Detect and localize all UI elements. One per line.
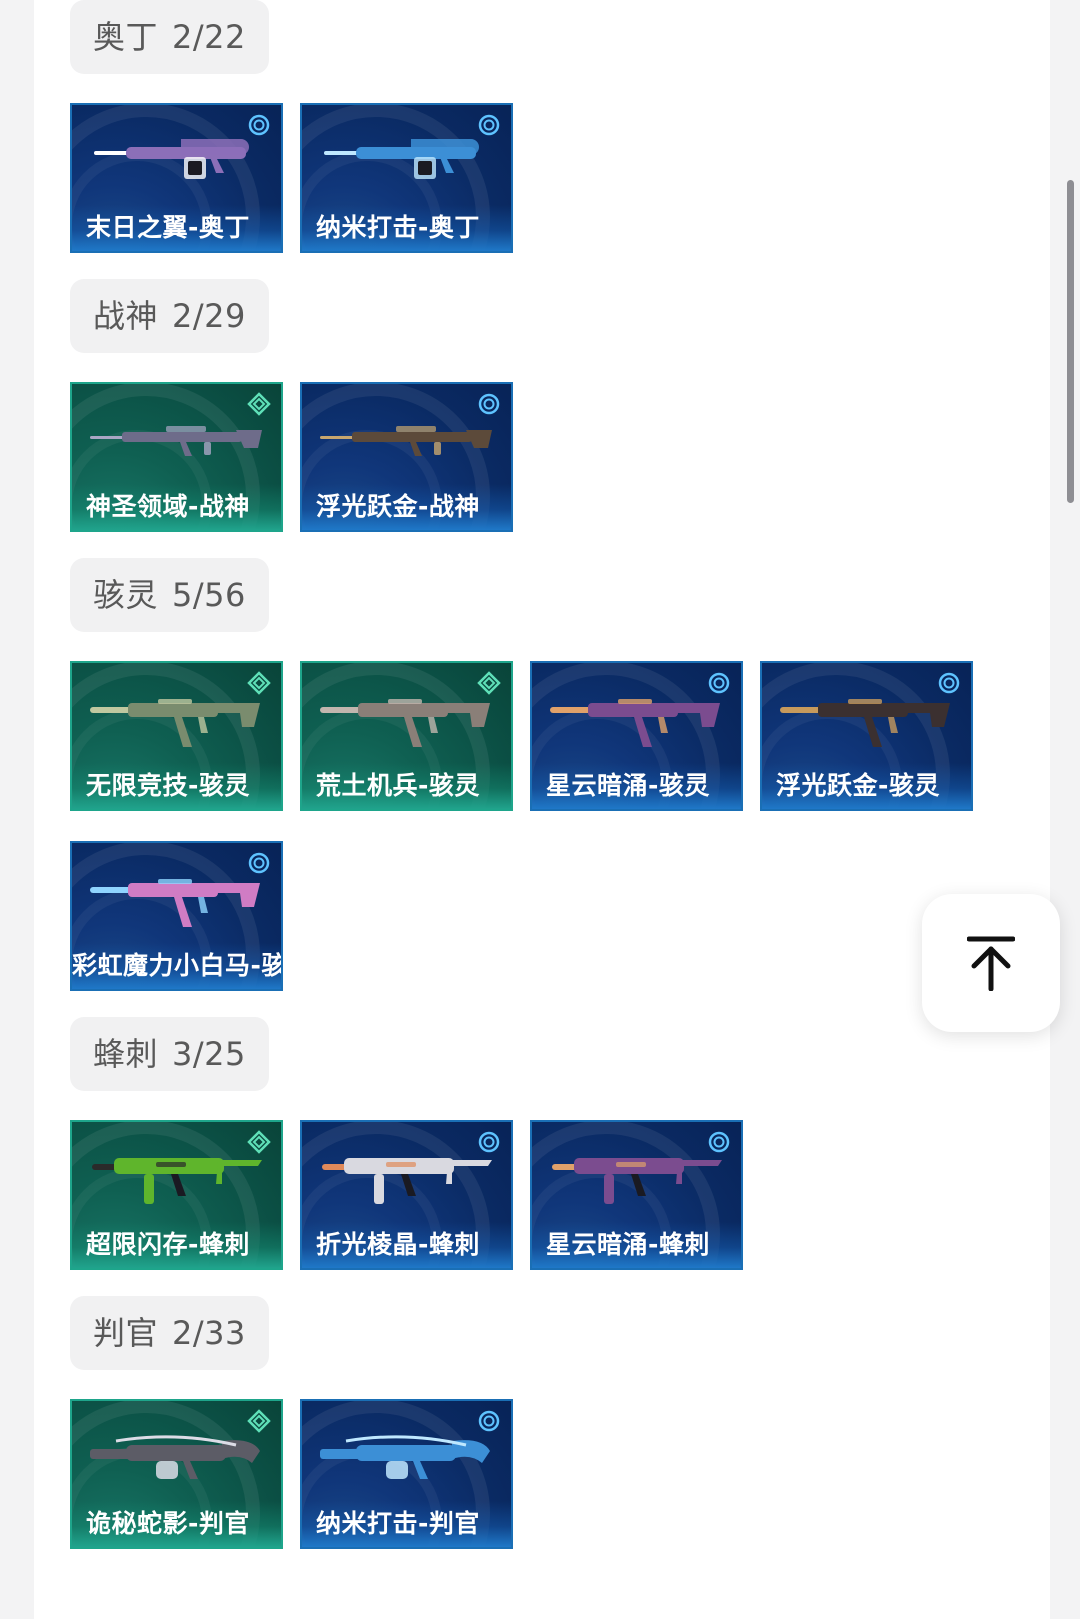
weapon-image [92, 1158, 262, 1204]
weapon-group: 战神 2/29 神圣领域-战神 浮光跃金-战神 [70, 279, 990, 532]
owned-count: 5/56 [172, 576, 246, 614]
weapon-image [320, 1435, 490, 1479]
skin-name: 无限竞技-骇灵 [72, 763, 281, 809]
skin-card[interactable]: 星云暗涌-蜂刺 [530, 1120, 743, 1270]
skin-card[interactable]: 超限闪存-蜂刺 [70, 1120, 283, 1270]
skin-card[interactable]: 星云暗涌-骇灵 [530, 661, 743, 811]
skin-name: 纳米打击-奥丁 [302, 205, 511, 251]
weapon-group: 奥丁 2/22 末日之翼-奥丁 纳米打击-奥丁 [70, 0, 990, 253]
skin-grid: 无限竞技-骇灵 荒土机兵-骇灵 星云暗涌-骇灵 浮光跃金-骇灵 彩虹魔力小白马- [70, 661, 990, 991]
skin-card[interactable]: 末日之翼-奥丁 [70, 103, 283, 253]
arrow-up-to-line-icon [967, 936, 1015, 991]
skin-card[interactable]: 无限竞技-骇灵 [70, 661, 283, 811]
skin-name: 诡秘蛇影-判官 [72, 1501, 281, 1547]
skin-grid: 末日之翼-奥丁 纳米打击-奥丁 [70, 103, 990, 253]
skin-grid: 超限闪存-蜂刺 折光棱晶-蜂刺 星云暗涌-蜂刺 [70, 1120, 990, 1270]
owned-count: 2/22 [172, 18, 246, 56]
skin-name: 浮光跃金-战神 [302, 484, 511, 530]
weapon-group-label: 奥丁 2/22 [70, 0, 269, 74]
weapon-image [320, 426, 492, 456]
weapon-name: 蜂刺 [93, 1035, 159, 1073]
skin-name: 星云暗涌-蜂刺 [532, 1222, 741, 1268]
skin-grid: 神圣领域-战神 浮光跃金-战神 [70, 382, 990, 532]
weapon-image [94, 139, 249, 179]
skin-name: 浮光跃金-骇灵 [762, 763, 971, 809]
skin-name: 超限闪存-蜂刺 [72, 1222, 281, 1268]
weapon-group-label: 战神 2/29 [70, 279, 269, 353]
weapon-image [324, 139, 479, 179]
skin-name: 星云暗涌-骇灵 [532, 763, 741, 809]
back-to-top-button[interactable] [922, 894, 1060, 1032]
skin-card[interactable]: 彩虹魔力小白马-骇灵 [70, 841, 283, 991]
weapon-image [320, 699, 490, 747]
weapon-image [322, 1158, 492, 1204]
weapon-group: 判官 2/33 诡秘蛇影-判官 纳米打击-判官 [70, 1296, 990, 1549]
owned-count: 3/25 [172, 1035, 246, 1073]
skin-card[interactable]: 纳米打击-判官 [300, 1399, 513, 1549]
skin-card[interactable]: 纳米打击-奥丁 [300, 103, 513, 253]
skin-name: 折光棱晶-蜂刺 [302, 1222, 511, 1268]
weapon-image [780, 699, 950, 747]
skin-card[interactable]: 折光棱晶-蜂刺 [300, 1120, 513, 1270]
weapon-group-label: 蜂刺 3/25 [70, 1017, 269, 1091]
weapon-name: 判官 [93, 1314, 159, 1352]
skin-name: 荒土机兵-骇灵 [302, 763, 511, 809]
skin-name: 彩虹魔力小白马-骇灵 [72, 943, 281, 989]
scrollbar[interactable] [1067, 180, 1074, 503]
weapon-name: 奥丁 [93, 18, 159, 56]
skin-name: 神圣领域-战神 [72, 484, 281, 530]
weapon-group: 蜂刺 3/25 超限闪存-蜂刺 折光棱晶-蜂刺 星云暗涌-蜂刺 [70, 1017, 990, 1270]
owned-count: 2/29 [172, 297, 246, 335]
skin-name: 末日之翼-奥丁 [72, 205, 281, 251]
skin-card[interactable]: 神圣领域-战神 [70, 382, 283, 532]
weapon-name: 骇灵 [93, 576, 159, 614]
weapon-image [550, 699, 720, 747]
weapon-image [90, 1435, 260, 1479]
weapon-group: 骇灵 5/56 无限竞技-骇灵 荒土机兵-骇灵 星云暗涌-骇灵 浮光跃金-骇灵 … [70, 558, 990, 991]
weapon-image [552, 1158, 722, 1204]
skin-name: 纳米打击-判官 [302, 1501, 511, 1547]
weapon-name: 战神 [93, 297, 159, 335]
weapon-image [90, 699, 260, 747]
weapon-group-label: 骇灵 5/56 [70, 558, 269, 632]
skin-card[interactable]: 浮光跃金-战神 [300, 382, 513, 532]
owned-count: 2/33 [172, 1314, 246, 1352]
weapon-group-label: 判官 2/33 [70, 1296, 269, 1370]
weapon-image [90, 426, 262, 456]
skin-grid: 诡秘蛇影-判官 纳米打击-判官 [70, 1399, 990, 1549]
skin-card[interactable]: 荒土机兵-骇灵 [300, 661, 513, 811]
skin-card[interactable]: 诡秘蛇影-判官 [70, 1399, 283, 1549]
weapon-image [90, 879, 260, 927]
skin-card[interactable]: 浮光跃金-骇灵 [760, 661, 973, 811]
